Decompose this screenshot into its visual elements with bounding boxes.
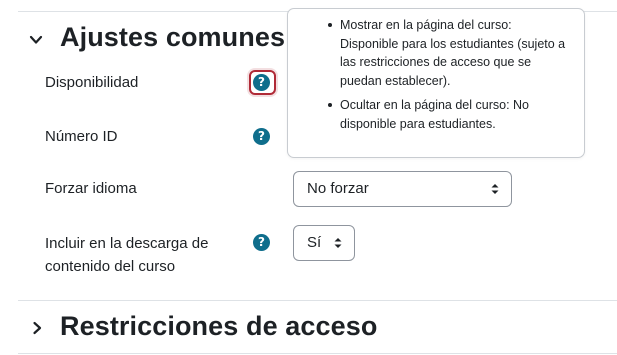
question-circle-icon[interactable]: ? bbox=[253, 74, 270, 91]
help-popover-line: Ocultar en la página del curso: No bbox=[340, 98, 529, 112]
select-arrows-icon bbox=[491, 184, 499, 194]
question-circle-icon[interactable]: ? bbox=[253, 128, 270, 145]
section-title-general[interactable]: Ajustes comunes de bbox=[60, 22, 324, 53]
bullet-icon bbox=[328, 23, 332, 27]
bottom-divider bbox=[18, 353, 617, 354]
help-popover-line: Mostrar en la página del curso: bbox=[340, 18, 512, 32]
download-content-label-line2: contenido del curso bbox=[45, 258, 176, 275]
help-popover: Mostrar en la página del curso: Disponib… bbox=[287, 8, 585, 158]
chevron-right-icon[interactable] bbox=[30, 321, 44, 335]
id-number-label: Número ID bbox=[45, 128, 118, 145]
download-content-value: Sí bbox=[307, 234, 322, 251]
download-content-label-line1: Incluir en la descarga de bbox=[45, 235, 209, 252]
bullet-icon bbox=[328, 103, 332, 107]
select-arrows-icon bbox=[334, 238, 342, 248]
section-divider bbox=[18, 300, 617, 301]
chevron-down-icon[interactable] bbox=[29, 33, 43, 47]
help-popover-line: las restricciones de acceso que se bbox=[340, 55, 532, 69]
help-popover-line: disponible para estudiantes. bbox=[340, 116, 496, 131]
question-circle-icon[interactable]: ? bbox=[253, 234, 270, 251]
force-language-select[interactable]: No forzar bbox=[293, 171, 512, 207]
help-popover-item: Ocultar en la página del curso: No dispo… bbox=[328, 96, 575, 133]
force-language-label: Forzar idioma bbox=[45, 180, 137, 197]
section-title-restrictions[interactable]: Restricciones de acceso bbox=[60, 311, 377, 342]
help-popover-line: puedan establecer). bbox=[340, 73, 451, 88]
availability-label: Disponibilidad bbox=[45, 74, 139, 91]
help-popover-line: Disponible para los estudiantes (sujeto … bbox=[340, 36, 566, 51]
help-popover-item: Mostrar en la página del curso: Disponib… bbox=[328, 16, 575, 90]
force-language-value: No forzar bbox=[307, 180, 369, 197]
download-content-select[interactable]: Sí bbox=[293, 225, 355, 261]
